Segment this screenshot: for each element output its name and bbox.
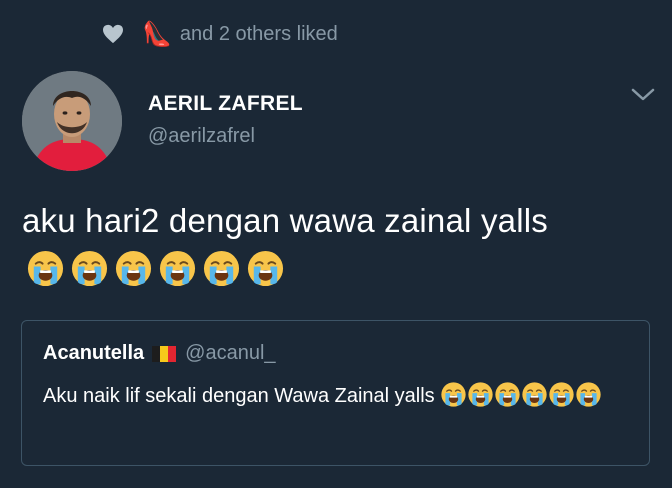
loudly-crying-face-icon	[441, 382, 466, 407]
loudly-crying-face-icon	[468, 382, 493, 407]
chevron-down-icon[interactable]	[630, 86, 656, 104]
quoted-tweet-text: Aku naik lif sekali dengan Wawa Zainal y…	[43, 381, 633, 411]
tweet-body: aku hari2 dengan wawa zainal yalls	[22, 202, 548, 239]
liked-by-text: and 2 others liked	[179, 22, 338, 45]
quoted-tweet-body: Aku naik lif sekali dengan Wawa Zainal y…	[43, 385, 435, 407]
quoted-tweet[interactable]: Acanutella @acanul_ Aku naik lif sekali …	[21, 320, 650, 466]
loudly-crying-face-icon	[247, 250, 284, 287]
quoted-author-handle: @acanul_	[185, 342, 276, 364]
belgium-flag-icon	[152, 345, 177, 362]
quoted-tweet-header: Acanutella @acanul_	[43, 342, 276, 365]
heart-icon	[103, 24, 123, 44]
social-context: 👠 and 2 others liked	[102, 20, 338, 48]
loudly-crying-face-icon	[115, 250, 152, 287]
loudly-crying-face-icon	[27, 250, 64, 287]
quoted-author-name: Acanutella	[43, 342, 145, 364]
high-heel-emoji: 👠	[142, 20, 172, 48]
crying-emoji-row	[26, 249, 285, 288]
author-name[interactable]: AERIL ZAFREL	[148, 92, 303, 116]
avatar[interactable]	[22, 71, 122, 171]
tweet-text: aku hari2 dengan wawa zainal yalls	[22, 197, 642, 293]
loudly-crying-face-icon	[203, 250, 240, 287]
loudly-crying-face-icon	[576, 382, 601, 407]
loudly-crying-face-icon	[159, 250, 196, 287]
loudly-crying-face-icon	[522, 382, 547, 407]
quoted-emoji-row	[440, 382, 602, 407]
author-handle[interactable]: @aerilzafrel	[148, 125, 255, 148]
loudly-crying-face-icon	[495, 382, 520, 407]
loudly-crying-face-icon	[71, 250, 108, 287]
loudly-crying-face-icon	[549, 382, 574, 407]
